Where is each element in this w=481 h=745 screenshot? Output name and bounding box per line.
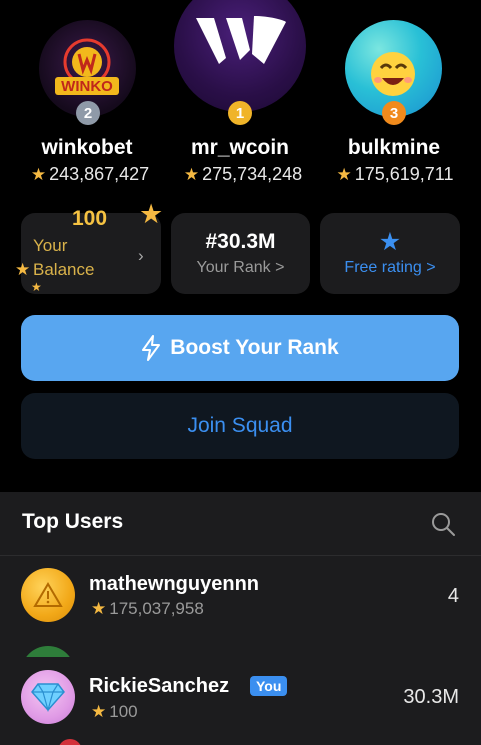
warning-triangle-icon	[33, 582, 63, 607]
list-item-name: mathewnguyennn	[89, 573, 260, 595]
avatar-mr-wcoin[interactable]	[174, 0, 306, 112]
list-item-score: ★ 175,037,958	[91, 599, 204, 619]
sparkle-star-icon: ★	[139, 199, 164, 229]
podium-score-3: ★ 175,619,711	[315, 164, 475, 185]
star-icon: ★	[378, 228, 402, 256]
list-item-score-value: 175,037,958	[109, 599, 204, 618]
balance-label: Your Balance	[33, 236, 95, 279]
star-icon: ★	[336, 165, 352, 184]
join-squad-button[interactable]: Join Squad	[21, 393, 459, 459]
podium-score-value-3: 175,619,711	[354, 164, 454, 184]
podium-name-2: winkobet	[41, 136, 133, 159]
you-badge: You	[250, 676, 288, 696]
podium: WINKO 2 1 3 winkobet mr_wcoin bulkmine ★…	[0, 0, 481, 200]
podium-name-3: bulkmine	[347, 136, 441, 159]
divider	[0, 555, 481, 556]
w-logo-icon	[196, 16, 286, 64]
current-user-rank: 30.3M	[403, 686, 459, 708]
current-user-name: RickieSanchez	[89, 675, 230, 697]
chevron-right-icon: ›	[138, 246, 144, 265]
podium-score-1: ★ 275,734,248	[163, 164, 323, 185]
search-icon[interactable]	[430, 511, 456, 537]
boost-rank-button[interactable]: Boost Your Rank	[21, 315, 459, 381]
star-icon: ★	[30, 165, 47, 184]
podium-score-value-1: 275,734,248	[202, 164, 303, 184]
star-icon: ★	[91, 702, 107, 721]
rank-badge-3: 3	[382, 101, 406, 125]
boost-rank-label: Boost Your Rank	[170, 336, 339, 359]
podium-name-1: mr_wcoin	[190, 136, 290, 159]
podium-score-value-2: 243,867,427	[49, 164, 150, 184]
top-users-title: Top Users	[22, 510, 124, 533]
lightning-icon	[142, 335, 161, 361]
winko-logo-text: WINKO	[61, 78, 113, 95]
rank-badge-2: 2	[76, 101, 100, 125]
your-rank-value: #30.3M	[205, 230, 276, 253]
sparkle-star-icon: ★	[15, 260, 31, 279]
current-user-score: ★ 100	[91, 702, 138, 722]
current-user-score-value: 100	[109, 702, 138, 721]
free-rating-label: Free rating >	[344, 259, 436, 276]
join-squad-label: Join Squad	[187, 414, 293, 437]
balance-amount: 100	[72, 207, 108, 230]
star-icon: ★	[91, 599, 107, 618]
sparkle-star-icon: ★	[31, 280, 42, 294]
avatar	[21, 670, 75, 724]
rank-badge-1: 1	[228, 101, 252, 125]
your-rank-label: Your Rank >	[196, 259, 285, 276]
star-icon: ★	[183, 165, 200, 184]
avatar[interactable]	[21, 568, 75, 622]
diamond-icon	[31, 683, 65, 712]
list-item-rank: 4	[447, 585, 459, 607]
podium-score-2: ★ 243,867,427	[10, 164, 170, 185]
